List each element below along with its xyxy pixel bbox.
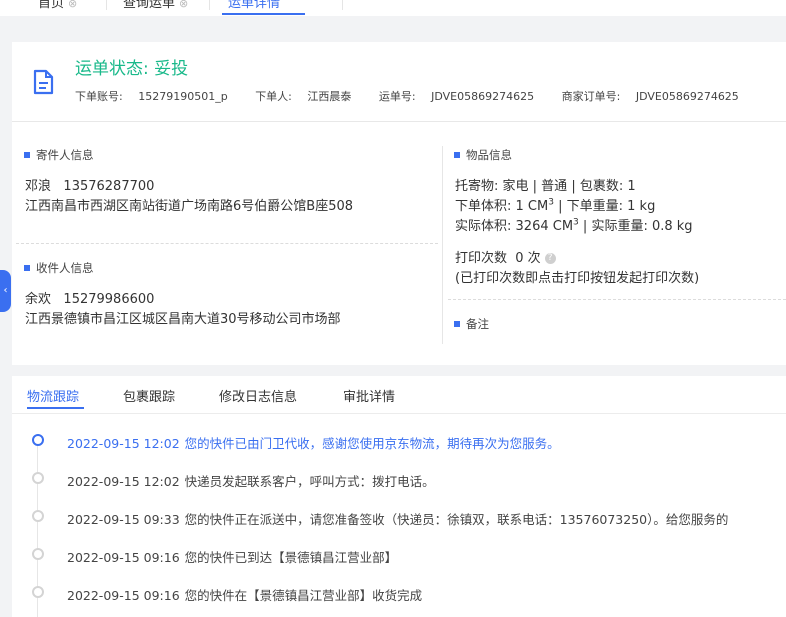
waybill-meta: 下单账号: 15279190501_p 下单人: 江西晨泰 运单号: JDVE0… bbox=[75, 88, 763, 104]
tab-change-log[interactable]: 修改日志信息 bbox=[219, 386, 297, 405]
sender-address: 江西南昌市西湖区南站街道广场南路6号伯爵公馆B座508 bbox=[25, 199, 354, 214]
tracking-event: 2022-09-15 09:16 您的快件已到达【景德镇昌江营业部】 bbox=[67, 547, 397, 566]
event-time: 2022-09-15 09:33 bbox=[67, 512, 180, 527]
collapse-sidebar-toggle[interactable]: ‹ bbox=[0, 270, 11, 312]
actual-weight-value: 0.8 kg bbox=[651, 219, 693, 234]
receiver-section-title: 收件人信息 bbox=[24, 260, 94, 276]
timeline-dot bbox=[32, 510, 44, 522]
order-volume-value: 1 CM bbox=[515, 199, 549, 214]
orderer-label: 下单人: bbox=[255, 90, 292, 103]
close-icon[interactable]: ⊗ bbox=[68, 0, 77, 10]
event-time: 2022-09-15 12:02 bbox=[67, 474, 180, 489]
account-value: 15279190501_p bbox=[138, 90, 228, 103]
close-icon[interactable]: ⊗ bbox=[179, 0, 188, 10]
timeline-dot bbox=[32, 472, 44, 484]
tab-query-label: 查询运单 bbox=[123, 0, 176, 11]
tab-logistics-tracking[interactable]: 物流跟踪 bbox=[27, 386, 79, 405]
waybill-number-field: 运单号: JDVE05869274625 bbox=[379, 90, 546, 103]
document-icon bbox=[33, 69, 54, 95]
consignment-label: 托寄物: bbox=[455, 179, 499, 194]
tracking-event: 2022-09-15 09:16 您的快件在【景德镇昌江营业部】收货完成 bbox=[67, 585, 422, 604]
actual-volume-value: 3264 CM bbox=[515, 219, 574, 234]
actual-volume-label: 实际体积: bbox=[455, 219, 512, 234]
timeline-dot bbox=[32, 548, 44, 560]
sender-name: 邓浪 bbox=[25, 179, 52, 194]
tracking-event: 2022-09-15 09:33 您的快件正在派送中，请您准备签收（快递员：徐镇双… bbox=[67, 509, 728, 528]
consignment-value: 家电 | 普通 bbox=[502, 179, 568, 194]
tab-separator bbox=[106, 0, 107, 10]
orderer-value: 江西晨泰 bbox=[307, 90, 352, 103]
receiver-address: 江西景德镇市昌江区城区昌南大道30号移动公司市场部 bbox=[25, 312, 341, 327]
account-field: 下单账号: 15279190501_p bbox=[75, 90, 240, 103]
package-count-value: 1 bbox=[627, 179, 636, 194]
waybill-detail-card: 运单状态: 妥投 下单账号: 15279190501_p 下单人: 江西晨泰 运… bbox=[12, 42, 786, 365]
timeline-dot bbox=[32, 586, 44, 598]
sender-phone: 13576287700 bbox=[63, 179, 155, 194]
waybill-label: 运单号: bbox=[378, 90, 416, 103]
merchant-order-value: JDVE05869274625 bbox=[635, 90, 739, 103]
tab-detail-label: 运单详情 bbox=[228, 0, 281, 11]
event-time: 2022-09-15 09:16 bbox=[67, 588, 180, 603]
volume-unit-superscript: 3 bbox=[573, 217, 579, 228]
event-text: 您的快件在【景德镇昌江营业部】收货完成 bbox=[184, 588, 423, 603]
tracking-event: 2022-09-15 12:02 您的快件已由门卫代收，感谢您使用京东物流，期待再… bbox=[67, 433, 560, 452]
divider bbox=[12, 413, 786, 414]
tab-query-waybill[interactable]: 查询运单 ⊗ bbox=[123, 0, 188, 11]
merchant-order-field: 商家订单号: JDVE05869274625 bbox=[562, 90, 751, 103]
vertical-divider bbox=[442, 146, 443, 344]
event-time: 2022-09-15 09:16 bbox=[67, 550, 180, 565]
receiver-contact: 余欢 15279986600 bbox=[25, 288, 154, 307]
waybill-status: 运单状态: 妥投 bbox=[75, 59, 189, 79]
waybill-value: JDVE05869274625 bbox=[431, 90, 535, 103]
order-weight-value: 1 kg bbox=[627, 199, 656, 214]
sender-section-title: 寄件人信息 bbox=[24, 147, 94, 163]
dashed-divider bbox=[16, 243, 438, 244]
dashed-divider bbox=[448, 299, 786, 300]
consignment-row: 托寄物: 家电 | 普通 | 包裹数: 1 bbox=[455, 179, 636, 194]
order-weight-label: 下单重量: bbox=[566, 199, 624, 214]
receiver-phone: 15279986600 bbox=[63, 292, 155, 307]
receiver-name: 余欢 bbox=[25, 292, 52, 307]
order-volume-row: 下单体积: 1 CM3 | 下单重量: 1 kg bbox=[455, 197, 656, 214]
remark-section-title: 备注 bbox=[454, 316, 489, 332]
orderer-field: 下单人: 江西晨泰 bbox=[255, 90, 363, 103]
tracking-card: 物流跟踪 包裹跟踪 修改日志信息 审批详情 2022-09-15 12:02 您的… bbox=[12, 376, 786, 617]
tab-home-label: 首页 bbox=[38, 0, 65, 11]
actual-weight-label: 实际重量: bbox=[591, 219, 648, 234]
package-count-label: 包裹数: bbox=[579, 179, 624, 194]
tab-waybill-detail[interactable]: 运单详情 bbox=[228, 0, 280, 11]
active-tab-indicator bbox=[222, 13, 305, 15]
tab-approval-details[interactable]: 审批详情 bbox=[343, 386, 395, 405]
event-text: 您的快件已由门卫代收，感谢您使用京东物流，期待再次为您服务。 bbox=[184, 436, 560, 451]
timeline-dot-active bbox=[32, 434, 44, 446]
tracking-event: 2022-09-15 12:02 快递员发起联系客户，呼叫方式：拨打电话。 bbox=[67, 471, 435, 490]
event-text: 您的快件已到达【景德镇昌江营业部】 bbox=[184, 550, 398, 565]
goods-section-title: 物品信息 bbox=[454, 147, 512, 163]
print-count-label: 打印次数 bbox=[455, 251, 508, 266]
actual-volume-row: 实际体积: 3264 CM3 | 实际重量: 0.8 kg bbox=[455, 217, 693, 234]
print-count-row: 打印次数 0 次? bbox=[455, 247, 556, 266]
account-label: 下单账号: bbox=[75, 90, 123, 103]
merchant-order-label: 商家订单号: bbox=[561, 90, 621, 103]
tab-separator bbox=[342, 0, 343, 10]
event-text: 您的快件正在派送中，请您准备签收（快递员：徐镇双，联系电话：1357607325… bbox=[184, 512, 729, 527]
active-tab-indicator bbox=[27, 407, 84, 409]
tab-package-tracking[interactable]: 包裹跟踪 bbox=[123, 386, 175, 405]
help-icon[interactable]: ? bbox=[544, 253, 556, 264]
print-count-value: 0 次 bbox=[515, 251, 541, 266]
event-time: 2022-09-15 12:02 bbox=[67, 436, 180, 451]
chevron-left-icon: ‹ bbox=[3, 285, 8, 296]
sender-contact: 邓浪 13576287700 bbox=[25, 175, 154, 194]
top-tab-bar: 首页 ⊗ 查询运单 ⊗ 运单详情 bbox=[0, 0, 786, 16]
event-text: 快递员发起联系客户，呼叫方式：拨打电话。 bbox=[184, 474, 435, 489]
tab-separator bbox=[209, 0, 210, 10]
order-volume-label: 下单体积: bbox=[455, 199, 512, 214]
print-count-hint: (已打印次数即点击打印按钮发起打印次数) bbox=[455, 271, 700, 286]
tab-home[interactable]: 首页 ⊗ bbox=[38, 0, 77, 11]
divider bbox=[12, 121, 786, 122]
volume-unit-superscript: 3 bbox=[548, 197, 554, 208]
